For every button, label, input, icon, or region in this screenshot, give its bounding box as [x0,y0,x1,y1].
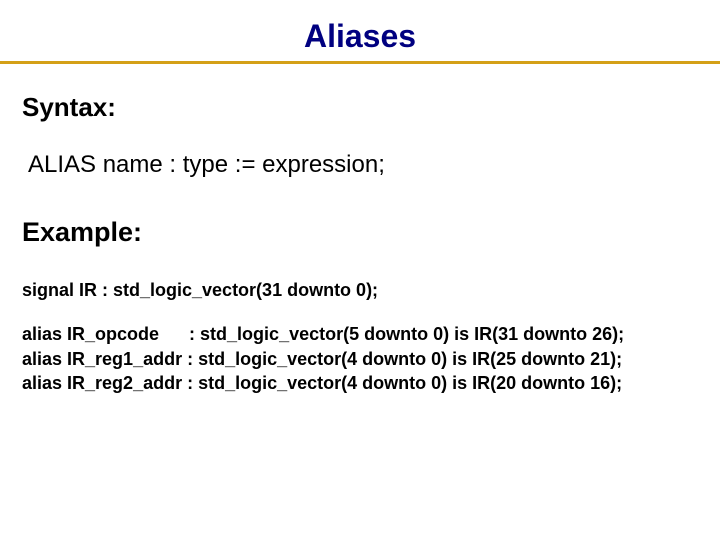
code-line: alias IR_opcode : std_logic_vector(5 dow… [22,322,698,346]
code-line: alias IR_reg2_addr : std_logic_vector(4 … [22,371,698,395]
code-spacer [22,302,698,322]
content-area: Syntax: ALIAS name : type := expression;… [0,64,720,395]
example-code-block: signal IR : std_logic_vector(31 downto 0… [22,278,698,395]
syntax-heading: Syntax: [22,92,698,123]
code-line: signal IR : std_logic_vector(31 downto 0… [22,278,698,302]
syntax-definition: ALIAS name : type := expression; [28,151,698,179]
page-title: Aliases [0,0,720,61]
example-heading: Example: [22,217,698,248]
code-line: alias IR_reg1_addr : std_logic_vector(4 … [22,347,698,371]
